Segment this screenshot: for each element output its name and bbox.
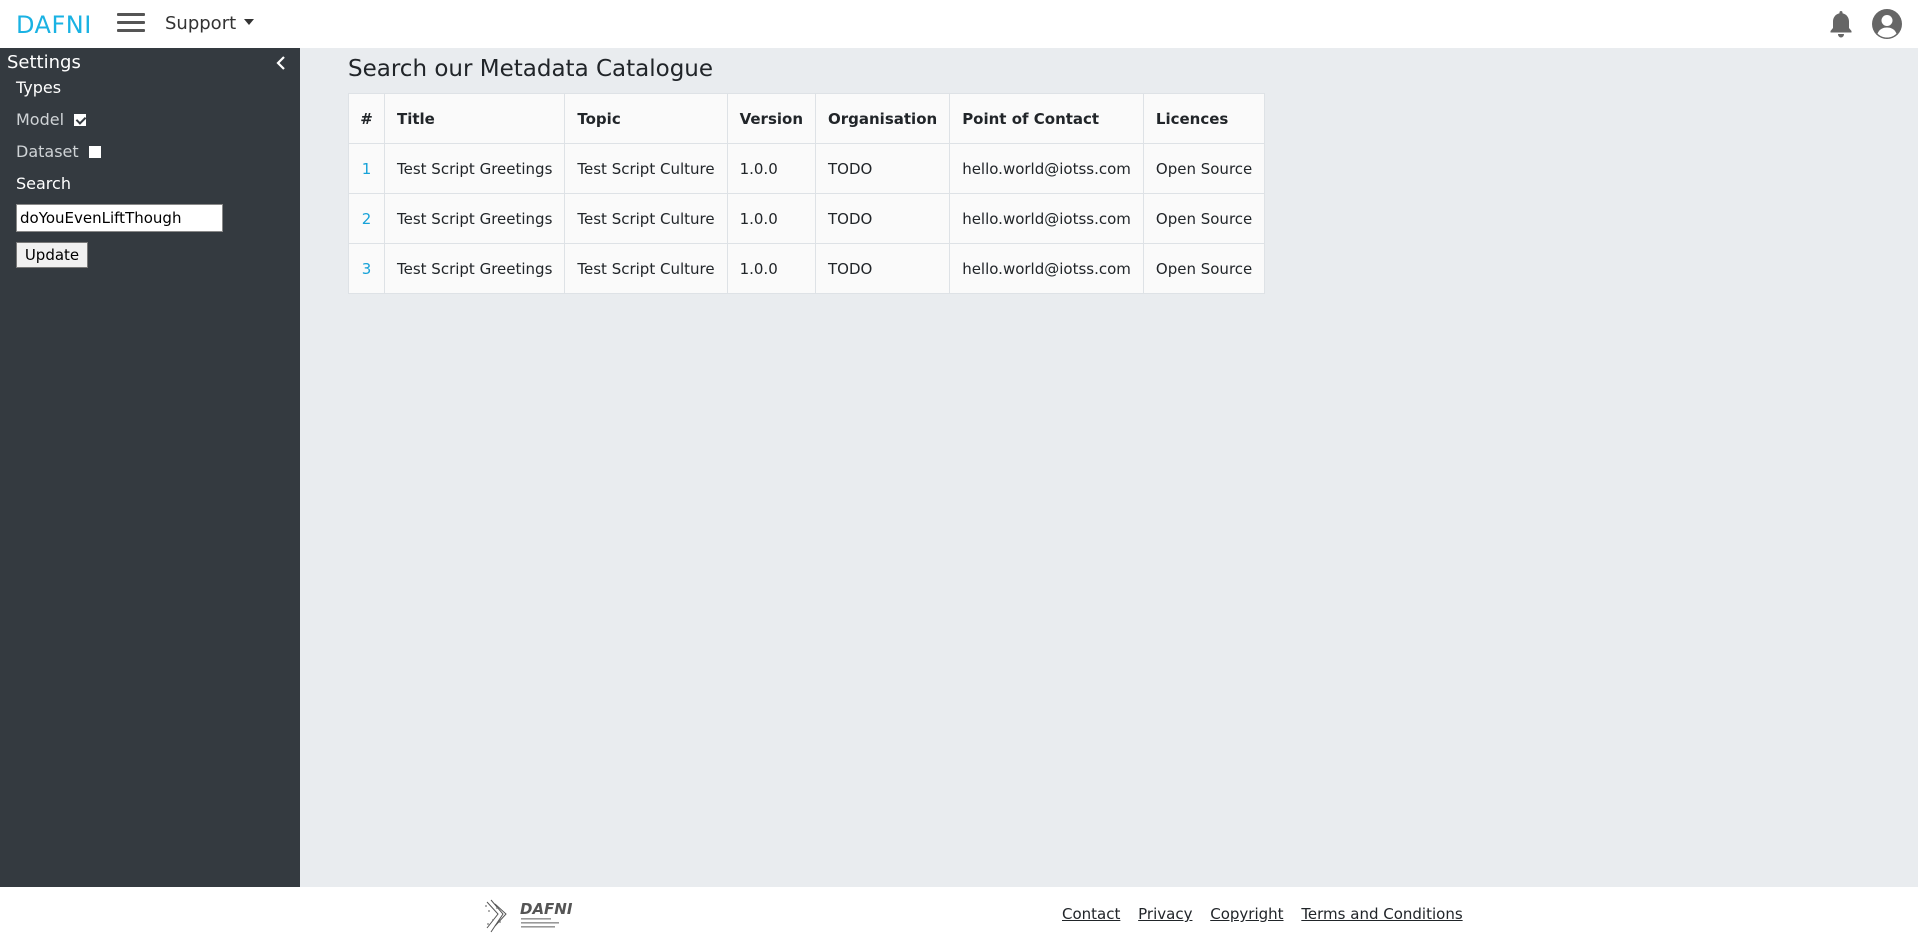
- column-header-topic[interactable]: Topic: [564, 93, 728, 144]
- search-label: Search: [16, 174, 71, 193]
- update-button[interactable]: Update: [16, 242, 88, 268]
- licence-cell: Open Source: [1142, 193, 1266, 244]
- dataset-filter: Dataset: [16, 142, 101, 161]
- user-account-icon[interactable]: [1871, 8, 1903, 40]
- types-label: Types: [16, 78, 62, 97]
- title-cell: Test Script Greetings: [383, 193, 566, 244]
- contact-cell: hello.world@iotss.com: [949, 193, 1144, 244]
- organisation-cell: TODO: [814, 143, 951, 194]
- column-header-licences[interactable]: Licences: [1142, 93, 1266, 144]
- table-row[interactable]: 3 Test Script Greetings Test Script Cult…: [348, 243, 1266, 294]
- bell-icon[interactable]: [1828, 9, 1854, 39]
- row-number-cell: 3: [348, 243, 385, 294]
- search-input[interactable]: [16, 204, 223, 232]
- footer-links: Contact Privacy Copyright Terms and Cond…: [1062, 905, 1476, 923]
- model-label: Model: [16, 110, 65, 129]
- topic-cell: Test Script Culture: [564, 243, 728, 294]
- chevron-left-icon[interactable]: [274, 54, 288, 72]
- column-header-contact[interactable]: Point of Contact: [949, 93, 1144, 144]
- row-number-link[interactable]: 3: [362, 260, 372, 278]
- contact-cell: hello.world@iotss.com: [949, 243, 1144, 294]
- dataset-label: Dataset: [16, 142, 79, 161]
- topic-cell: Test Script Culture: [564, 143, 728, 194]
- brand-logo[interactable]: DAFNI: [16, 11, 92, 39]
- licence-cell: Open Source: [1142, 243, 1266, 294]
- support-dropdown[interactable]: Support: [165, 13, 255, 34]
- topic-cell: Test Script Culture: [564, 193, 728, 244]
- title-cell: Test Script Greetings: [383, 143, 566, 194]
- page-title: Search our Metadata Catalogue: [348, 56, 714, 82]
- metadata-table: # Title Topic Version Organisation Point…: [348, 93, 1266, 294]
- dataset-checkbox[interactable]: [88, 145, 101, 158]
- footer-link-contact[interactable]: Contact: [1062, 905, 1120, 923]
- footer-link-privacy[interactable]: Privacy: [1138, 905, 1192, 923]
- organisation-cell: TODO: [814, 243, 951, 294]
- title-cell: Test Script Greetings: [383, 243, 566, 294]
- row-number-cell: 1: [348, 143, 385, 194]
- table-row[interactable]: 2 Test Script Greetings Test Script Cult…: [348, 193, 1266, 244]
- organisation-cell: TODO: [814, 193, 951, 244]
- licence-cell: Open Source: [1142, 143, 1266, 194]
- column-header-organisation[interactable]: Organisation: [814, 93, 951, 144]
- top-navbar: DAFNI Support: [0, 0, 1918, 48]
- row-number-cell: 2: [348, 193, 385, 244]
- row-number-link[interactable]: 2: [362, 210, 372, 228]
- version-cell: 1.0.0: [726, 193, 817, 244]
- column-header-version[interactable]: Version: [726, 93, 817, 144]
- settings-sidebar: Settings Types Model Dataset Search Upda…: [0, 48, 300, 887]
- column-header-number[interactable]: #: [348, 93, 385, 144]
- table-header-row: # Title Topic Version Organisation Point…: [348, 93, 1266, 144]
- version-cell: 1.0.0: [726, 143, 817, 194]
- table-row[interactable]: 1 Test Script Greetings Test Script Cult…: [348, 143, 1266, 194]
- menu-icon[interactable]: [117, 13, 145, 35]
- footer-link-copyright[interactable]: Copyright: [1210, 905, 1283, 923]
- contact-cell: hello.world@iotss.com: [949, 143, 1144, 194]
- column-header-title[interactable]: Title: [383, 93, 566, 144]
- dafni-footer-logo: DAFNI: [485, 899, 573, 933]
- model-checkbox[interactable]: [74, 113, 87, 126]
- caret-down-icon: [244, 19, 255, 25]
- svg-text:DAFNI: DAFNI: [520, 900, 573, 918]
- footer: DAFNI Contact Privacy Copyright Terms an…: [0, 887, 1918, 941]
- sidebar-title: Settings: [7, 52, 81, 73]
- support-label: Support: [165, 13, 237, 34]
- version-cell: 1.0.0: [726, 243, 817, 294]
- row-number-link[interactable]: 1: [362, 160, 372, 178]
- footer-link-terms[interactable]: Terms and Conditions: [1301, 905, 1462, 923]
- model-filter: Model: [16, 110, 87, 129]
